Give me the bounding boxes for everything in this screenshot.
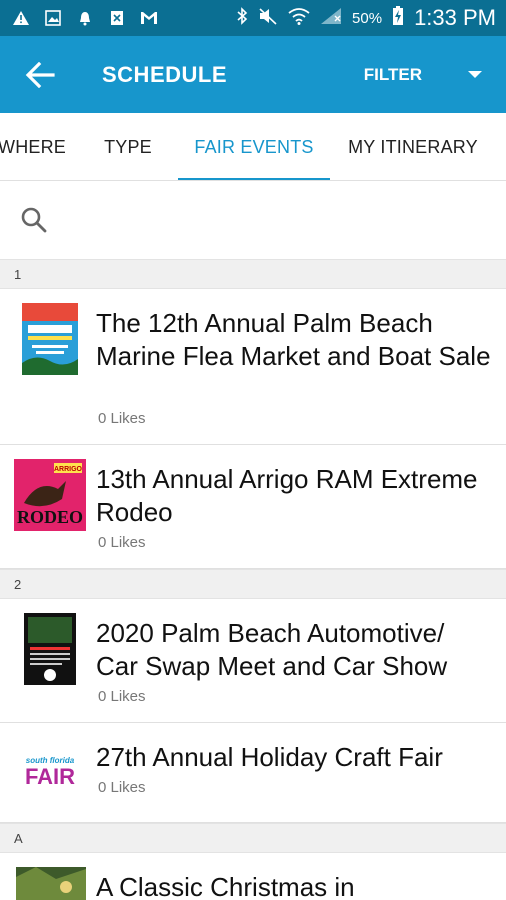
section-header: 1 (0, 259, 506, 289)
likes-count: 0 Likes (98, 534, 146, 551)
likes-count: 0 Likes (98, 688, 146, 705)
event-thumbnail (24, 613, 76, 685)
document-x-icon (106, 8, 128, 28)
app-bar: SCHEDULE FILTER (0, 36, 506, 113)
event-title: 2020 Palm Beach Automotive/ Car Swap Mee… (96, 618, 448, 681)
search-icon (21, 207, 47, 233)
event-thumbnail (22, 303, 78, 375)
tab-type[interactable]: TYPE (88, 113, 168, 180)
gmail-icon (138, 8, 160, 28)
likes-count: 0 Likes (98, 779, 146, 796)
list-item[interactable]: ARRIGO RODEO 13th Annual Arrigo RAM Extr… (0, 445, 506, 569)
event-title: 27th Annual Holiday Craft Fair (96, 742, 443, 772)
section-header: A (0, 823, 506, 853)
alert-icon (10, 8, 32, 28)
tab-where[interactable]: WHERE (0, 113, 82, 180)
list-item[interactable]: The 12th Annual Palm Beach Marine Flea M… (0, 289, 506, 445)
event-title: The 12th Annual Palm Beach Marine Flea M… (96, 308, 491, 371)
tab-bar: WHERE TYPE FAIR EVENTS MY ITINERARY (0, 113, 506, 181)
dropdown-caret-icon (468, 71, 482, 78)
filter-label: FILTER (363, 64, 422, 84)
status-time: 1:33 PM (414, 5, 496, 30)
filter-dropdown[interactable]: FILTER (364, 36, 506, 113)
event-title: A Classic Christmas in (96, 872, 355, 900)
event-title: 13th Annual Arrigo RAM Extreme Rodeo (96, 464, 478, 527)
notification-bell-icon (74, 8, 96, 28)
tab-fair-events[interactable]: FAIR EVENTS (178, 113, 330, 180)
battery-charging-icon (392, 5, 404, 31)
image-icon (42, 8, 64, 28)
back-button[interactable] (0, 36, 80, 113)
status-bar: 50% 1:33 PM (0, 0, 506, 36)
likes-count: 0 Likes (98, 410, 146, 427)
fair-logo-big: FAIR (25, 764, 75, 789)
mute-icon (258, 7, 278, 30)
wifi-icon (288, 7, 310, 30)
rodeo-text: RODEO (17, 507, 83, 527)
battery-percent: 50% (352, 9, 383, 27)
search-bar[interactable] (0, 181, 506, 259)
rodeo-brand: ARRIGO (54, 466, 83, 473)
page-title: SCHEDULE (102, 61, 228, 87)
list-item[interactable]: A Classic Christmas in (0, 853, 506, 900)
list-item[interactable]: south florida FAIR 27th Annual Holiday C… (0, 723, 506, 823)
bluetooth-icon (236, 6, 248, 30)
tab-my-itinerary[interactable]: MY ITINERARY (340, 113, 486, 180)
list-item[interactable]: 2020 Palm Beach Automotive/ Car Swap Mee… (0, 599, 506, 723)
signal-icon (320, 7, 342, 30)
event-thumbnail (16, 867, 86, 900)
event-thumbnail: ARRIGO RODEO (14, 459, 86, 531)
section-header: 2 (0, 569, 506, 599)
back-arrow-icon (25, 61, 55, 88)
event-thumbnail: south florida FAIR (18, 753, 82, 789)
